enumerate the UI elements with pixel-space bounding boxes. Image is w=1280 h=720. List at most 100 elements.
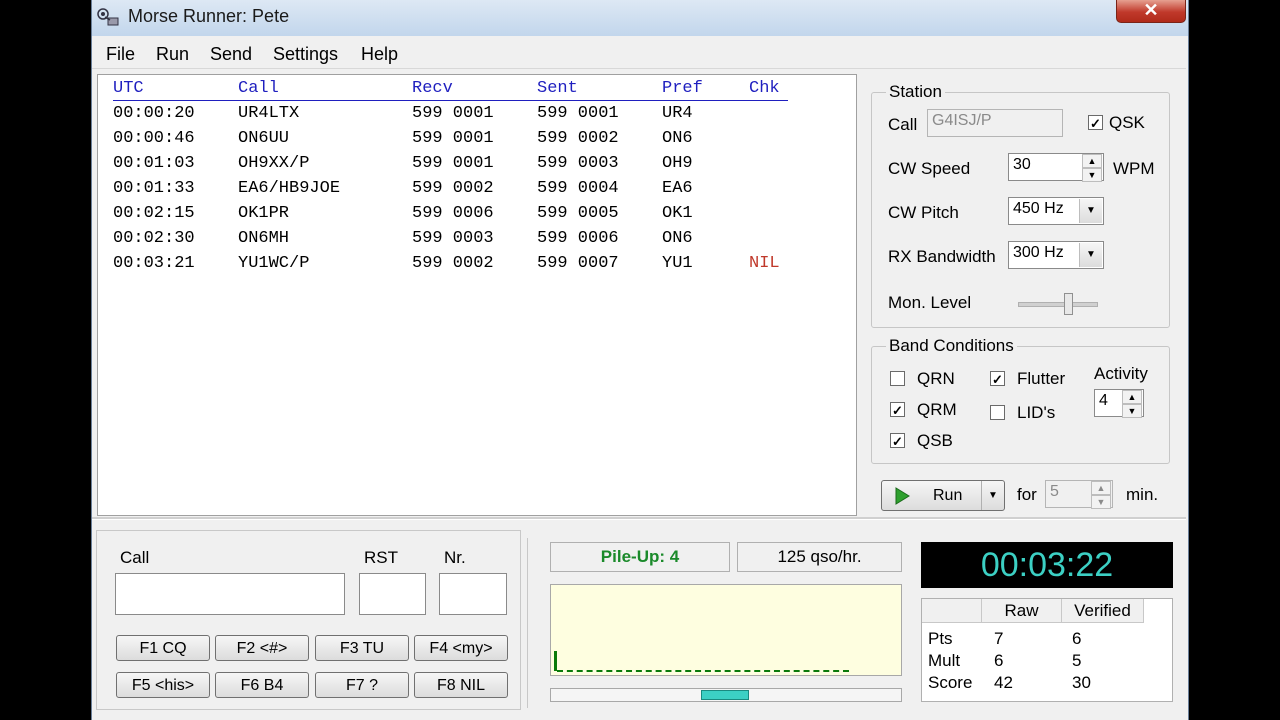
slider-thumb[interactable] [1064,293,1073,315]
mon-level-slider[interactable] [1018,293,1098,315]
wpm-label: WPM [1113,159,1155,178]
scope-signal-mark [554,651,557,671]
entry-nr-label: Nr. [444,548,466,567]
spin-up-icon[interactable]: ▲ [1091,481,1111,495]
station-call-field[interactable]: G4ISJ/P [927,109,1063,137]
entry-rst-input[interactable] [359,573,426,615]
f3-tu-button[interactable]: F3 TU [315,635,409,661]
f6-b4-button[interactable]: F6 B4 [215,672,309,698]
band-conditions-legend: Band Conditions [886,336,1017,356]
menu-file[interactable]: File [106,44,135,65]
station-legend: Station [886,82,945,102]
cw-pitch-label: CW Pitch [888,203,959,222]
f5-his-button[interactable]: F5 <his> [116,672,210,698]
score-cell-label: Pts [928,629,953,648]
log-cell-recv: 599 0001 [412,129,494,148]
log-cell-utc: 00:02:30 [113,229,195,248]
flutter-checkbox[interactable]: ✓ [990,371,1005,387]
menu-run[interactable]: Run [156,44,189,65]
run-button[interactable]: Run ▼ [881,480,1005,511]
qso-log[interactable]: UTC Call Recv Sent Pref Chk 00:00:20 UR4L… [97,74,857,516]
qsb-checkbox[interactable]: ✓ [890,433,905,449]
menu-send[interactable]: Send [210,44,252,65]
f1-cq-button[interactable]: F1 CQ [116,635,210,661]
log-cell-pref: ON6 [662,129,693,148]
score-cell-label: Mult [928,651,961,670]
log-cell-pref: YU1 [662,254,693,273]
activity-value: 4 [1099,392,1108,409]
lids-label: LID's [1017,403,1056,422]
log-header-chk: Chk [749,79,780,98]
scope-baseline [557,670,849,672]
band-conditions-group: Band Conditions QRN ✓ QRM ✓ QSB ✓ Flutte… [871,336,1170,464]
log-header-recv: Recv [412,79,453,98]
log-header-utc: UTC [113,79,144,98]
spin-up-icon[interactable]: ▲ [1082,154,1102,168]
f2-nr-button[interactable]: F2 <#> [215,635,309,661]
qrn-label: QRN [917,369,955,388]
log-cell-chk: NIL [749,254,780,273]
morse-runner-window: Morse Runner: Pete ✕ File Run Send Setti… [91,0,1189,720]
qrn-checkbox[interactable] [890,371,905,386]
for-label: for [1017,485,1037,504]
entry-nr-input[interactable] [439,573,507,615]
station-call-label: Call [888,115,918,134]
log-cell-utc: 00:02:15 [113,204,195,223]
scope-scroll-thumb[interactable] [701,690,749,700]
spin-down-icon[interactable]: ▼ [1082,168,1102,182]
chevron-down-icon[interactable]: ▼ [981,481,1004,510]
menu-settings[interactable]: Settings [273,44,338,65]
qrm-checkbox[interactable]: ✓ [890,402,905,418]
log-cell-utc: 00:01:33 [113,179,195,198]
entry-call-label: Call [120,548,150,567]
log-cell-utc: 00:01:03 [113,154,195,173]
mon-level-label: Mon. Level [888,293,972,312]
cw-pitch-select[interactable]: 450 Hz ▼ [1008,197,1104,225]
qsb-label: QSB [917,431,953,450]
qrm-label: QRM [917,400,957,419]
log-cell-recv: 599 0003 [412,229,494,248]
window-title: Morse Runner: Pete [128,6,290,26]
run-minutes-spinner[interactable]: ▲ ▼ [1091,481,1111,509]
score-cell-verified: 5 [1072,651,1082,670]
score-cell-raw: 7 [994,629,1004,648]
qsk-checkbox[interactable]: ✓ [1088,115,1103,131]
log-cell-recv: 599 0002 [412,254,494,273]
audio-scope [550,584,902,676]
log-cell-call: ON6UU [238,129,290,148]
rate-indicator: 125 qso/hr. [737,542,902,572]
entry-call-input[interactable] [115,573,345,615]
check-icon: ✓ [992,372,1003,387]
cw-speed-value: 30 [1013,156,1031,173]
f8-nil-button[interactable]: F8 NIL [414,672,508,698]
contest-clock: 00:03:22 [921,542,1173,588]
rx-bandwidth-select[interactable]: 300 Hz ▼ [1008,241,1104,269]
spin-down-icon[interactable]: ▼ [1091,495,1111,509]
f4-my-button[interactable]: F4 <my> [414,635,508,661]
close-window-button[interactable]: ✕ [1116,0,1186,23]
cw-speed-field[interactable]: 30 ▲ ▼ [1008,153,1104,182]
log-cell-recv: 599 0001 [412,104,494,123]
log-cell-pref: ON6 [662,229,693,248]
log-cell-pref: UR4 [662,104,693,123]
run-minutes-field[interactable]: 5 ▲ ▼ [1045,480,1113,509]
activity-spinner[interactable]: ▲ ▼ [1122,390,1142,418]
cw-speed-spinner[interactable]: ▲ ▼ [1082,154,1102,182]
log-header-underline [113,100,788,101]
f7-query-button[interactable]: F7 ? [315,672,409,698]
chevron-down-icon[interactable]: ▼ [1079,243,1102,267]
activity-field[interactable]: 4 ▲ ▼ [1094,389,1144,418]
scope-scrollbar[interactable] [550,688,902,702]
close-icon: ✕ [1143,0,1159,20]
log-cell-sent: 599 0004 [537,179,619,198]
log-cell-sent: 599 0006 [537,229,619,248]
log-cell-call: OH9XX/P [238,154,310,173]
score-header-verified: Verified [1062,599,1144,623]
lids-checkbox[interactable] [990,405,1005,420]
spin-up-icon[interactable]: ▲ [1122,390,1142,404]
chevron-down-icon[interactable]: ▼ [1079,199,1102,223]
menu-help[interactable]: Help [361,44,398,65]
log-cell-sent: 599 0005 [537,204,619,223]
log-cell-recv: 599 0006 [412,204,494,223]
spin-down-icon[interactable]: ▼ [1122,404,1142,418]
